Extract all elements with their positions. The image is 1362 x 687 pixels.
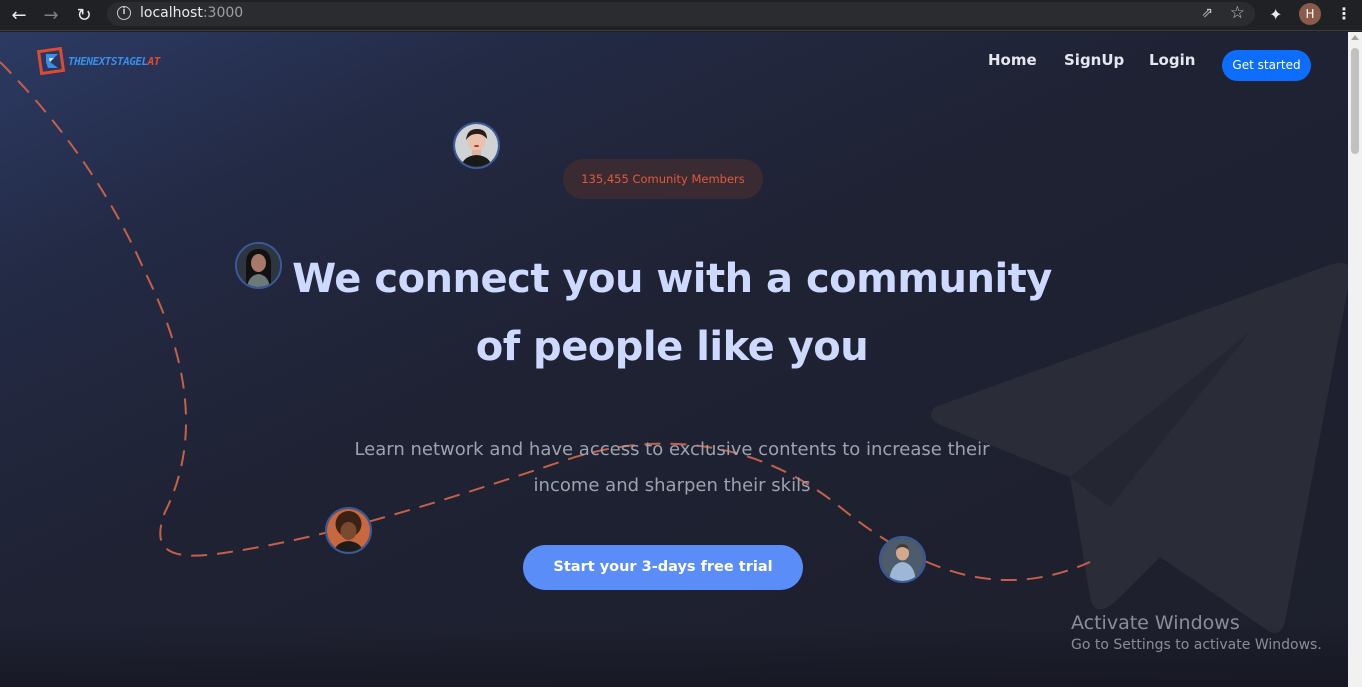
menu-icon[interactable]: ⋮ [1336,4,1352,23]
scrollbar-thumb[interactable] [1351,48,1359,154]
browser-toolbar: ← → ↻ i localhost:3000 ⇗ ☆ ✦ H ⋮ [0,0,1362,31]
hero-headline-line2: of people like you [475,324,869,370]
url-port: :3000 [202,5,244,21]
avatar-man-curly-hair [325,507,372,554]
brand-logo[interactable]: THENEXTSTAGELAT [36,46,160,76]
profile-avatar[interactable]: H [1299,3,1321,25]
community-members-badge: 135,455 Comunity Members [563,159,763,199]
activate-windows-subtitle: Go to Settings to activate Windows. [1071,637,1322,653]
logo-icon [36,46,66,76]
hero-subtext-line1: Learn network and have access to exclusi… [354,439,990,460]
extensions-icon[interactable]: ✦ [1269,5,1282,24]
back-arrow-icon[interactable]: ← [8,5,30,27]
nav-link-home[interactable]: Home [988,51,1037,69]
get-started-button[interactable]: Get started [1222,50,1311,81]
page-scrollbar[interactable] [1348,32,1362,687]
share-icon[interactable]: ⇗ [1201,5,1213,21]
url-text[interactable]: localhost:3000 [140,5,243,21]
hero-headline-line1: We connect you with a community [292,256,1052,302]
activate-windows-title: Activate Windows [1071,612,1240,634]
url-host: localhost [140,5,203,21]
scroll-up-arrow-icon[interactable] [1351,35,1359,40]
star-icon[interactable]: ☆ [1230,3,1245,23]
landing-page: THENEXTSTAGELAT Home SignUp Login Get st… [0,32,1348,687]
address-bar[interactable]: i localhost:3000 ⇗ ☆ [107,2,1255,26]
start-trial-button[interactable]: Start your 3-days free trial [523,545,803,590]
logo-text-main: THENEXTSTAGEL [68,54,148,68]
avatar-woman-short-hair [453,122,500,169]
logo-wordmark: THENEXTSTAGELAT [68,55,160,68]
info-icon[interactable]: i [117,6,131,20]
logo-text-accent: AT [147,54,161,68]
avatar-woman-dark-hair [235,242,282,289]
forward-arrow-icon[interactable]: → [40,5,62,27]
nav-link-login[interactable]: Login [1149,51,1195,69]
reload-icon[interactable]: ↻ [73,5,95,27]
nav-link-signup[interactable]: SignUp [1064,51,1124,69]
avatar-man-blue-shirt [879,536,926,583]
hero-subtext-line2: income and sharpen their skils [533,475,811,496]
